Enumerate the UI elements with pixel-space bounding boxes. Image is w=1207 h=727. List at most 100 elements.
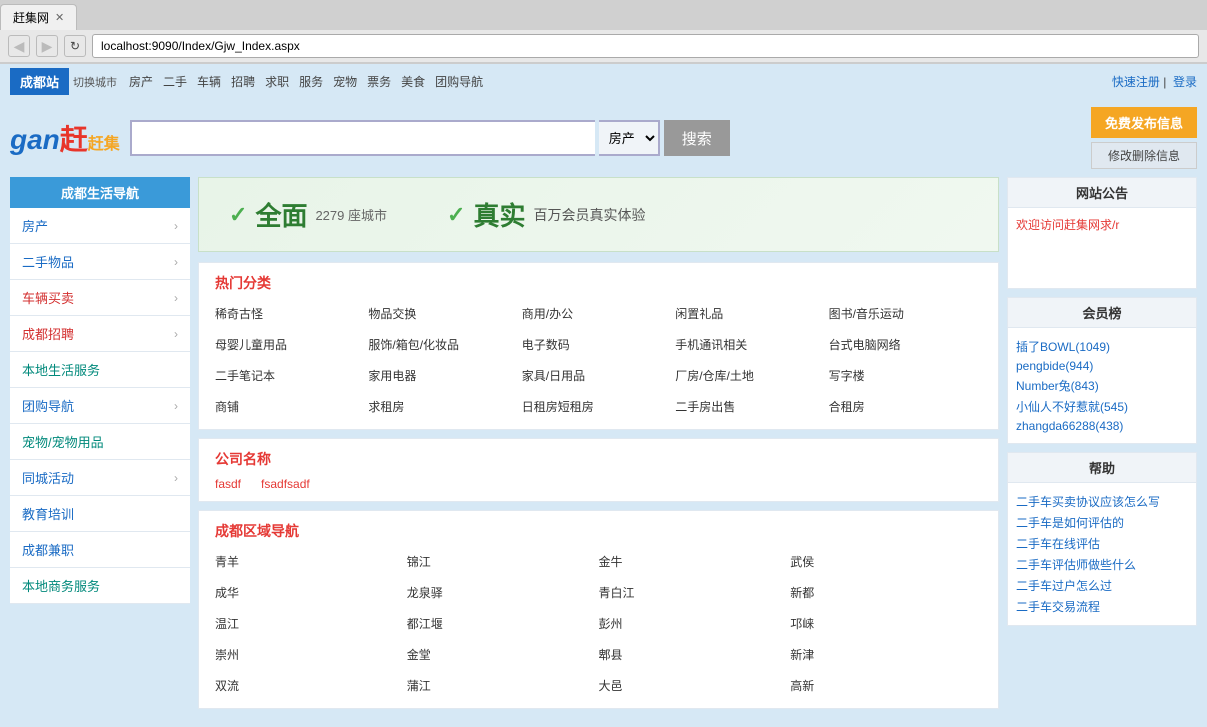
address-bar: ◀ ▶ ↻ bbox=[0, 30, 1207, 63]
sidebar-item-education[interactable]: 教育培训 bbox=[10, 496, 190, 532]
login-link[interactable]: 登录 bbox=[1173, 75, 1197, 89]
back-button[interactable]: ◀ bbox=[8, 35, 30, 57]
nav-link-job[interactable]: 求职 bbox=[265, 73, 289, 90]
nav-link-recruit[interactable]: 招聘 bbox=[231, 73, 255, 90]
area-dayi[interactable]: 大邑 bbox=[599, 673, 791, 698]
sidebar-item-secondhand[interactable]: 二手物品 › bbox=[10, 244, 190, 280]
sidebar: 成都生活导航 房产 › 二手物品 › 车辆买卖 › 成都招聘 › 本地生活服务 bbox=[10, 177, 190, 717]
area-qingyang[interactable]: 青羊 bbox=[215, 549, 407, 574]
cat-dianzi[interactable]: 电子数码 bbox=[522, 332, 675, 357]
area-pujiang[interactable]: 蒲江 bbox=[407, 673, 599, 698]
help-5[interactable]: 二手车过户怎么过 bbox=[1016, 575, 1188, 596]
area-chongzhou[interactable]: 崇州 bbox=[215, 642, 407, 667]
sidebar-item-business[interactable]: 本地商务服务 bbox=[10, 568, 190, 604]
browser-tab[interactable]: 赶集网 ✕ bbox=[0, 4, 77, 30]
area-xinjin[interactable]: 新津 bbox=[790, 642, 982, 667]
sidebar-item-activity[interactable]: 同城活动 › bbox=[10, 460, 190, 496]
cat-qiqi[interactable]: 稀奇古怪 bbox=[215, 301, 368, 326]
sidebar-item-recruit[interactable]: 成都招聘 › bbox=[10, 316, 190, 352]
company-item-1[interactable]: fasdf bbox=[215, 477, 241, 491]
member-2[interactable]: pengbide(944) bbox=[1016, 357, 1188, 375]
banner-main-2: 真实 bbox=[473, 196, 525, 233]
company-item-2[interactable]: fsadfsadf bbox=[261, 477, 310, 491]
cat-bijiben[interactable]: 二手笔记本 bbox=[215, 363, 368, 388]
nav-link-ticket[interactable]: 票务 bbox=[367, 73, 391, 90]
member-title: 会员榜 bbox=[1008, 298, 1196, 328]
area-jinniu[interactable]: 金牛 bbox=[599, 549, 791, 574]
area-dujiangyan[interactable]: 都江堰 bbox=[407, 611, 599, 636]
area-gaoxin[interactable]: 高新 bbox=[790, 673, 982, 698]
help-3[interactable]: 二手车在线评估 bbox=[1016, 533, 1188, 554]
member-3[interactable]: Number兔(843) bbox=[1016, 375, 1188, 396]
area-pengzhou[interactable]: 彭州 bbox=[599, 611, 791, 636]
cat-tushu[interactable]: 图书/音乐运动 bbox=[829, 301, 982, 326]
nav-link-secondhand[interactable]: 二手 bbox=[163, 73, 187, 90]
publish-button[interactable]: 免费发布信息 bbox=[1091, 107, 1197, 138]
notice-link[interactable]: 欢迎访问赶集网求/r bbox=[1016, 218, 1119, 232]
area-xindu[interactable]: 新都 bbox=[790, 580, 982, 605]
area-wuhou[interactable]: 武侯 bbox=[790, 549, 982, 574]
cat-hezufang[interactable]: 合租房 bbox=[829, 394, 982, 419]
right-panel: 网站公告 欢迎访问赶集网求/r 会员榜 插了BOWL(1049) pengbid… bbox=[1007, 177, 1197, 717]
member-5[interactable]: zhangda66288(438) bbox=[1016, 417, 1188, 435]
nav-link-groupbuy[interactable]: 团购导航 bbox=[435, 73, 483, 90]
cat-taishi[interactable]: 台式电脑网络 bbox=[829, 332, 982, 357]
city-button[interactable]: 成都站 bbox=[10, 68, 69, 95]
nav-link-pet[interactable]: 宠物 bbox=[333, 73, 357, 90]
member-4[interactable]: 小仙人不好惹就(545) bbox=[1016, 396, 1188, 417]
cat-jiayong[interactable]: 家用电器 bbox=[368, 363, 521, 388]
hot-categories-section: 热门分类 稀奇古怪 物品交换 商用/办公 闲置礼品 图书/音乐运动 母婴儿童用品… bbox=[198, 262, 999, 430]
area-qionglai[interactable]: 邛崃 bbox=[790, 611, 982, 636]
area-chenghua[interactable]: 成华 bbox=[215, 580, 407, 605]
tab-close-button[interactable]: ✕ bbox=[55, 11, 64, 24]
cat-changfang[interactable]: 厂房/仓库/土地 bbox=[675, 363, 828, 388]
forward-button[interactable]: ▶ bbox=[36, 35, 58, 57]
help-4[interactable]: 二手车评估师做些什么 bbox=[1016, 554, 1188, 575]
cat-wupin[interactable]: 物品交换 bbox=[368, 301, 521, 326]
cat-qiuzufang[interactable]: 求租房 bbox=[368, 394, 521, 419]
area-qingbaijiang[interactable]: 青白江 bbox=[599, 580, 791, 605]
cat-fushi[interactable]: 服饰/箱包/化妆品 bbox=[368, 332, 521, 357]
cat-jiaju[interactable]: 家具/日用品 bbox=[522, 363, 675, 388]
nav-link-house[interactable]: 房产 bbox=[129, 73, 153, 90]
area-pixian[interactable]: 郫县 bbox=[599, 642, 791, 667]
search-input[interactable] bbox=[130, 120, 595, 156]
cat-shangpu[interactable]: 商铺 bbox=[215, 394, 368, 419]
nav-link-service[interactable]: 服务 bbox=[299, 73, 323, 90]
sidebar-item-house[interactable]: 房产 › bbox=[10, 208, 190, 244]
help-2[interactable]: 二手车是如何评估的 bbox=[1016, 512, 1188, 533]
sidebar-item-pet[interactable]: 宠物/宠物用品 bbox=[10, 424, 190, 460]
cat-xiezilou[interactable]: 写字楼 bbox=[829, 363, 982, 388]
check-icon-1: ✓ bbox=[229, 202, 247, 228]
member-1[interactable]: 插了BOWL(1049) bbox=[1016, 336, 1188, 357]
sidebar-item-groupbuy[interactable]: 团购导航 › bbox=[10, 388, 190, 424]
area-section: 成都区域导航 青羊 锦江 金牛 武侯 成华 龙泉驿 青白江 新都 温江 都江堰 … bbox=[198, 510, 999, 709]
refresh-button[interactable]: ↻ bbox=[64, 35, 86, 57]
cat-ershoufang[interactable]: 二手房出售 bbox=[675, 394, 828, 419]
nav-link-car[interactable]: 车辆 bbox=[197, 73, 221, 90]
sidebar-item-localservice[interactable]: 本地生活服务 bbox=[10, 352, 190, 388]
area-shuangliu[interactable]: 双流 bbox=[215, 673, 407, 698]
cat-shouji[interactable]: 手机通讯相关 bbox=[675, 332, 828, 357]
url-input[interactable] bbox=[92, 34, 1199, 58]
chevron-right-icon: › bbox=[174, 399, 178, 413]
cat-xianzhi[interactable]: 闲置礼品 bbox=[675, 301, 828, 326]
sidebar-item-car[interactable]: 车辆买卖 › bbox=[10, 280, 190, 316]
cat-shangyong[interactable]: 商用/办公 bbox=[522, 301, 675, 326]
nav-link-food[interactable]: 美食 bbox=[401, 73, 425, 90]
register-link[interactable]: 快速注册 bbox=[1112, 75, 1160, 89]
search-category-select[interactable]: 房产 二手 车辆 招聘 bbox=[599, 120, 660, 156]
sidebar-item-parttime[interactable]: 成都兼职 bbox=[10, 532, 190, 568]
cat-muying[interactable]: 母婴儿童用品 bbox=[215, 332, 368, 357]
search-button[interactable]: 搜索 bbox=[664, 120, 730, 156]
modify-button[interactable]: 修改删除信息 bbox=[1091, 142, 1197, 169]
area-jintang[interactable]: 金堂 bbox=[407, 642, 599, 667]
switch-city-link[interactable]: 切换城市 bbox=[73, 74, 117, 90]
area-longquan[interactable]: 龙泉驿 bbox=[407, 580, 599, 605]
cat-rizu[interactable]: 日租房短租房 bbox=[522, 394, 675, 419]
help-1[interactable]: 二手车买卖协议应该怎么写 bbox=[1016, 491, 1188, 512]
area-jinjiang[interactable]: 锦江 bbox=[407, 549, 599, 574]
area-wenjiang[interactable]: 温江 bbox=[215, 611, 407, 636]
help-6[interactable]: 二手车交易流程 bbox=[1016, 596, 1188, 617]
header: gan赶赶集 房产 二手 车辆 招聘 搜索 免费发布信息 修改删除信息 bbox=[0, 99, 1207, 177]
